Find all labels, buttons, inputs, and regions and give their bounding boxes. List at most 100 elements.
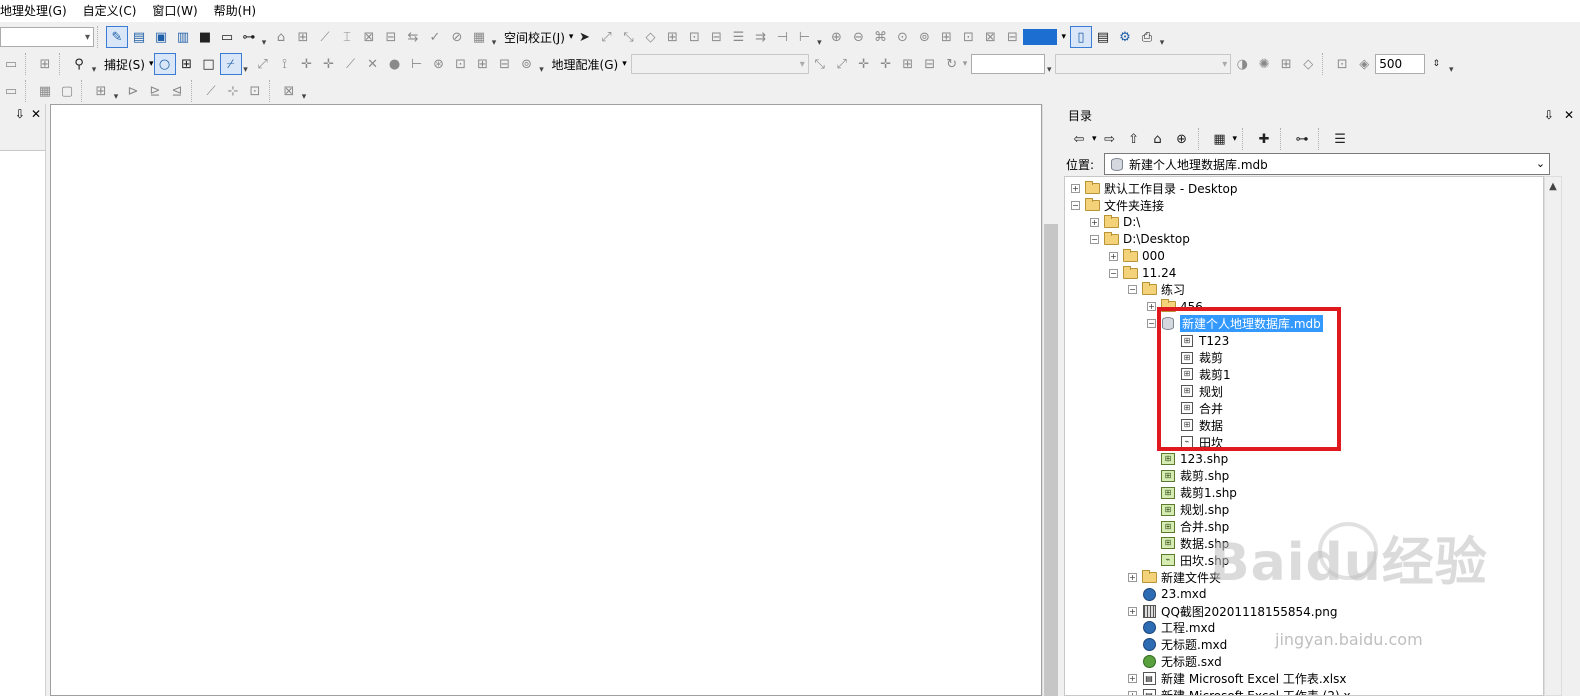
select-elements-icon[interactable]: ➤ xyxy=(573,26,595,48)
toolbar-button[interactable]: ⊡ xyxy=(957,26,979,48)
toolbar-button[interactable]: ⊟ xyxy=(494,53,516,75)
toolbar-button[interactable]: ✛ xyxy=(875,53,897,75)
toolbar-button[interactable]: ⇆ xyxy=(402,26,424,48)
back-dropdown-icon[interactable]: ▾ xyxy=(1092,134,1097,144)
toolbar-button[interactable]: ▦ xyxy=(34,80,56,102)
snapping-menu[interactable]: 捕捉(S) xyxy=(100,56,149,73)
toolbar-button[interactable]: ⟋ xyxy=(340,53,362,75)
toolbar-overflow-icon[interactable]: ▾ xyxy=(538,53,546,75)
tree-item[interactable]: ⊞ 裁剪1.shp xyxy=(1147,484,1237,501)
toolbar-button[interactable]: ⊚ xyxy=(516,53,538,75)
tree-item[interactable]: + 默认工作目录 - Desktop xyxy=(1071,180,1237,197)
toolbar-button[interactable]: ⊴ xyxy=(166,80,188,102)
tree-item[interactable]: − 练习 xyxy=(1128,281,1185,298)
toolbar-button[interactable]: ✛ xyxy=(318,53,340,75)
toolbar-button[interactable]: ◇ xyxy=(639,26,661,48)
effects-layer-combo[interactable]: ▾ xyxy=(1055,54,1232,74)
collapse-icon[interactable]: − xyxy=(1090,234,1099,244)
scale-spinner-icon[interactable]: ⇕ xyxy=(1425,53,1447,75)
tree-item[interactable]: − 11.24 xyxy=(1109,265,1176,282)
table-window-icon[interactable]: ▤ xyxy=(128,26,150,48)
toolbar-button[interactable]: ▦ xyxy=(468,26,490,48)
collapse-icon[interactable]: − xyxy=(1128,285,1137,295)
home-icon[interactable]: ⌂ xyxy=(1147,128,1169,150)
toolbar-button[interactable]: ⟟ xyxy=(274,53,296,75)
toolbar-overflow-icon[interactable]: ▾ xyxy=(1158,26,1166,48)
layer-combo[interactable]: ▾ xyxy=(0,27,94,47)
arctoolbox-icon[interactable]: ■ xyxy=(194,26,216,48)
forward-arrow-icon[interactable]: ⇨ xyxy=(1099,128,1121,150)
toolbar-button[interactable]: ⟋ xyxy=(314,26,336,48)
editor-toolbar-button[interactable]: ✎ xyxy=(106,26,128,48)
toolbar-button[interactable]: ⎙ xyxy=(1136,26,1158,48)
expand-icon[interactable]: + xyxy=(1090,217,1099,227)
toolbar-button[interactable]: ⊞ xyxy=(472,53,494,75)
toolbar-button[interactable]: ⚙ xyxy=(1114,26,1136,48)
tree-item[interactable]: − 文件夹连接 xyxy=(1071,197,1164,214)
tree-item[interactable]: ⊞ 合并.shp xyxy=(1147,518,1229,535)
expand-icon[interactable]: + xyxy=(1128,606,1137,616)
tree-item[interactable]: ⊞ 合并 xyxy=(1166,400,1223,417)
tree-toggle-icon[interactable]: ⊶ xyxy=(1291,128,1313,150)
toolbar-button[interactable]: ⊞ xyxy=(34,53,56,75)
toolbar-overflow-icon[interactable]: ▾ xyxy=(112,80,120,102)
collapse-icon[interactable]: − xyxy=(1147,319,1156,329)
toolbar-grip[interactable] xyxy=(25,53,31,75)
toolbar-button[interactable]: ● xyxy=(384,53,406,75)
toolbar-button[interactable]: ⌶ xyxy=(336,26,358,48)
toolbar-button[interactable]: ↻ xyxy=(941,53,963,75)
toolbar-grip[interactable] xyxy=(81,80,87,102)
toolbar-button[interactable]: ⊠ xyxy=(979,26,1001,48)
toolbar-grip[interactable] xyxy=(191,80,197,102)
view-options-icon[interactable]: ▦ xyxy=(1209,128,1231,150)
tree-item[interactable]: + ▤ 新建 Microsoft Excel 工作表 (2).x xyxy=(1128,687,1351,695)
end-snapping-icon[interactable]: ⊞ xyxy=(176,53,198,75)
toolbar-button[interactable]: ⊞ xyxy=(1275,53,1297,75)
location-combo[interactable]: 新建个人地理数据库.mdb ⌄ xyxy=(1104,153,1551,175)
toolbar-button[interactable]: ⊞ xyxy=(661,26,683,48)
toolbar-button[interactable]: ◇ xyxy=(1297,53,1319,75)
pin-icon[interactable]: ⇩ xyxy=(1544,108,1554,122)
toolbar-button[interactable]: ▢ xyxy=(56,80,78,102)
python-window-icon[interactable]: ▭ xyxy=(216,26,238,48)
toolbar-grip[interactable] xyxy=(25,80,31,102)
tree-item[interactable]: + ▤ 新建 Microsoft Excel 工作表.xlsx xyxy=(1128,670,1346,687)
close-icon[interactable]: ✕ xyxy=(1564,108,1574,122)
new-item-icon[interactable]: ✚ xyxy=(1253,128,1275,150)
toolbar-button[interactable]: ⇉ xyxy=(749,26,771,48)
tree-item[interactable]: ⊞ 裁剪 xyxy=(1166,349,1223,366)
toolbar-button[interactable]: ⊡ xyxy=(1331,53,1353,75)
tree-item[interactable]: 无标题.mxd xyxy=(1128,636,1227,653)
toolbar-button[interactable]: ⊞ xyxy=(897,53,919,75)
toolbar-overflow-icon[interactable]: ▾ xyxy=(815,26,823,48)
toolbar-button[interactable]: ◑ xyxy=(1231,53,1253,75)
toolbar-grip[interactable] xyxy=(269,80,275,102)
pin-icon[interactable]: ⇩ xyxy=(15,107,25,121)
tree-item[interactable]: ⊞ 数据 xyxy=(1166,417,1223,434)
toolbar-button[interactable]: ⊟ xyxy=(705,26,727,48)
toolbar-button[interactable]: ⊕ xyxy=(825,26,847,48)
georef-input-field[interactable] xyxy=(971,54,1046,74)
toolbar-button[interactable]: ✺ xyxy=(1253,53,1275,75)
toolbar-grip[interactable] xyxy=(59,53,65,75)
toolbar-overflow-icon[interactable]: ▾ xyxy=(1045,53,1053,75)
tree-item[interactable]: ⊞ 规划 xyxy=(1166,383,1223,400)
toolbar-button[interactable]: ⌘ xyxy=(869,26,891,48)
toolbar-overflow-icon[interactable]: ▾ xyxy=(242,53,250,75)
connect-folder-icon[interactable]: ⊕ xyxy=(1171,128,1193,150)
scroll-up-icon[interactable]: ▲ xyxy=(1545,177,1561,192)
toolbar-button[interactable]: ▭ xyxy=(0,80,22,102)
toolbar-button[interactable]: ⊡ xyxy=(244,80,266,102)
scale-input[interactable]: 500 xyxy=(1375,54,1426,74)
search-window-icon[interactable]: ▥ xyxy=(172,26,194,48)
view-dropdown-icon[interactable]: ▾ xyxy=(1233,134,1238,144)
menu-help[interactable]: 帮助(H) xyxy=(206,0,264,22)
tree-item[interactable]: − D:\Desktop xyxy=(1090,231,1190,248)
toolbar-overflow-icon[interactable]: ▾ xyxy=(300,80,308,102)
tree-item[interactable]: 无标题.sxd xyxy=(1128,653,1222,670)
toolbar-button[interactable]: ⟋ xyxy=(200,80,222,102)
tree-item[interactable]: ⊞ 规划.shp xyxy=(1147,501,1229,518)
toolbar-button[interactable]: ⊵ xyxy=(144,80,166,102)
menu-geoprocessing[interactable]: 地理处理(G) xyxy=(0,0,75,22)
tree-item[interactable]: ⊞ 数据.shp xyxy=(1147,535,1229,552)
